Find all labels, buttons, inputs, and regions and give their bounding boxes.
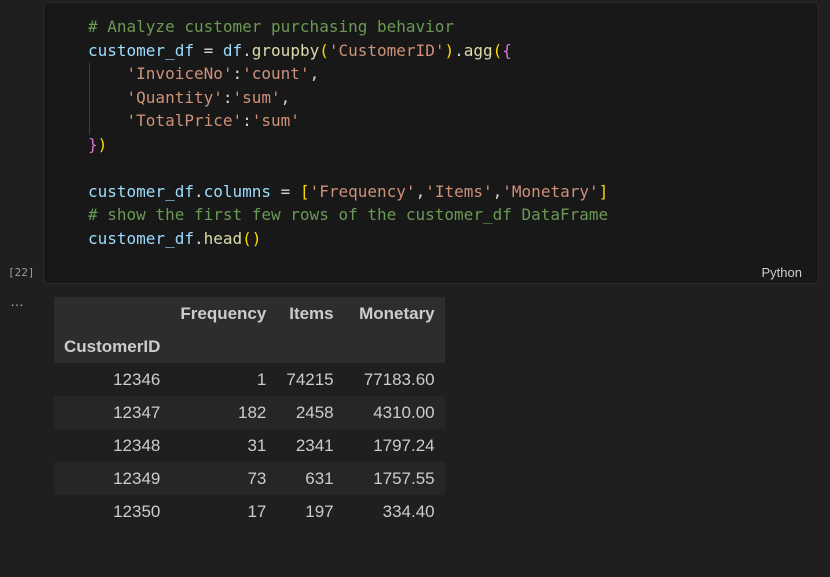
- code-token: 'Items': [425, 181, 493, 201]
- code-token: :: [232, 64, 243, 83]
- table-row: 12348 31 2341 1797.24: [54, 429, 445, 462]
- code-token: :: [242, 111, 252, 130]
- table-header-row: Frequency Items Monetary: [54, 297, 445, 330]
- code-token: (: [492, 40, 503, 60]
- code-cell[interactable]: # Analyze customer purchasing behavior cu…: [43, 2, 819, 284]
- code-line-9: # show the first few rows of the custome…: [88, 203, 608, 227]
- cell-items: 2341: [295, 435, 334, 455]
- code-token: ,: [415, 181, 426, 201]
- cell-frequency: 182: [237, 402, 267, 422]
- code-line-5: 'TotalPrice':'sum': [88, 109, 608, 133]
- code-token: ]: [598, 181, 609, 201]
- code-token: head: [203, 228, 243, 248]
- index-header-blank: [54, 297, 170, 330]
- code-token: ,: [280, 87, 291, 107]
- code-token: =: [193, 40, 223, 60]
- cell-frequency: 73: [247, 468, 267, 488]
- code-token: customer_df: [88, 181, 194, 201]
- code-token: .: [242, 40, 252, 60]
- table-index-name-row: CustomerID: [54, 330, 445, 363]
- cell-monetary: 4310.00: [373, 402, 435, 422]
- code-token: 'count': [242, 64, 310, 83]
- code-comment: # show the first few rows of the custome…: [88, 205, 609, 224]
- code-token: df: [222, 40, 243, 60]
- index-name-spacer: [344, 330, 445, 363]
- code-line-8: customer_df.columns = ['Frequency','Item…: [88, 180, 608, 204]
- code-token: ): [97, 134, 108, 154]
- row-index: 12347: [113, 402, 161, 422]
- cell-monetary: 77183.60: [363, 369, 435, 389]
- code-editor[interactable]: # Analyze customer purchasing behavior cu…: [88, 15, 608, 250]
- row-index: 12350: [113, 501, 161, 521]
- code-token: .: [193, 228, 204, 248]
- code-line-10: customer_df.head(): [88, 227, 608, 251]
- code-token: ,: [309, 64, 320, 83]
- code-token: }: [88, 134, 98, 154]
- code-line-6: }): [88, 133, 608, 157]
- column-header-monetary: Monetary: [359, 303, 435, 323]
- cell-items: 197: [305, 501, 334, 521]
- code-token: ): [251, 228, 262, 248]
- index-name-spacer: [170, 330, 276, 363]
- cell-language-label[interactable]: Python: [762, 265, 802, 280]
- table-row: 12347 182 2458 4310.00: [54, 396, 445, 429]
- table-row: 12350 17 197 334.40: [54, 495, 445, 528]
- cell-monetary: 1757.55: [373, 468, 435, 488]
- cell-frequency: 17: [247, 501, 267, 521]
- row-index: 12349: [113, 468, 161, 488]
- code-token: 'CustomerID': [328, 40, 445, 60]
- column-header-items: Items: [289, 303, 334, 323]
- code-token: 'sum': [251, 111, 300, 130]
- code-token: :: [222, 87, 233, 107]
- code-token: (: [242, 228, 252, 248]
- cell-frequency: 1: [256, 369, 267, 389]
- code-line-3: 'InvoiceNo':'count',: [88, 62, 608, 86]
- code-token: columns: [203, 181, 272, 201]
- execution-count: [22]: [8, 266, 35, 279]
- code-token: customer_df: [88, 40, 194, 60]
- code-token: 'Frequency': [309, 181, 416, 201]
- code-token: ): [444, 40, 455, 60]
- code-token: [: [299, 181, 310, 201]
- code-token: (: [319, 40, 329, 60]
- code-token: 'sum': [232, 87, 281, 107]
- code-line-4: 'Quantity':'sum',: [88, 86, 608, 110]
- dataframe-output-table: Frequency Items Monetary CustomerID 1234…: [54, 297, 445, 528]
- code-token: agg: [463, 40, 493, 60]
- cell-frequency: 31: [247, 435, 267, 455]
- code-token: customer_df: [88, 228, 194, 248]
- code-token: 'Monetary': [502, 181, 599, 201]
- cell-monetary: 334.40: [382, 501, 435, 521]
- code-token: {: [502, 40, 512, 60]
- code-token: 'InvoiceNo': [126, 64, 233, 83]
- code-token: =: [271, 181, 300, 201]
- code-token: .: [454, 40, 464, 60]
- code-line-1: # Analyze customer purchasing behavior: [88, 15, 608, 39]
- code-line-2: customer_df = df.groupby('CustomerID').a…: [88, 39, 608, 63]
- row-index: 12348: [113, 435, 161, 455]
- table-row: 12346 1 74215 77183.60: [54, 363, 445, 396]
- code-token: ,: [492, 181, 503, 201]
- cell-items: 74215: [286, 369, 334, 389]
- index-name-spacer: [276, 330, 343, 363]
- code-comment: # Analyze customer purchasing behavior: [88, 17, 455, 36]
- code-token: groupby: [251, 40, 320, 60]
- row-index: 12346: [113, 369, 161, 389]
- index-name-header: CustomerID: [64, 336, 161, 356]
- table-row: 12349 73 631 1757.55: [54, 462, 445, 495]
- cell-items: 631: [305, 468, 334, 488]
- code-token: 'Quantity': [126, 87, 223, 107]
- cell-monetary: 1797.24: [373, 435, 435, 455]
- column-header-frequency: Frequency: [180, 303, 267, 323]
- code-token: .: [193, 181, 204, 201]
- cell-items: 2458: [295, 402, 334, 422]
- output-actions-ellipsis[interactable]: …: [10, 293, 25, 309]
- code-token: 'TotalPrice': [126, 111, 243, 130]
